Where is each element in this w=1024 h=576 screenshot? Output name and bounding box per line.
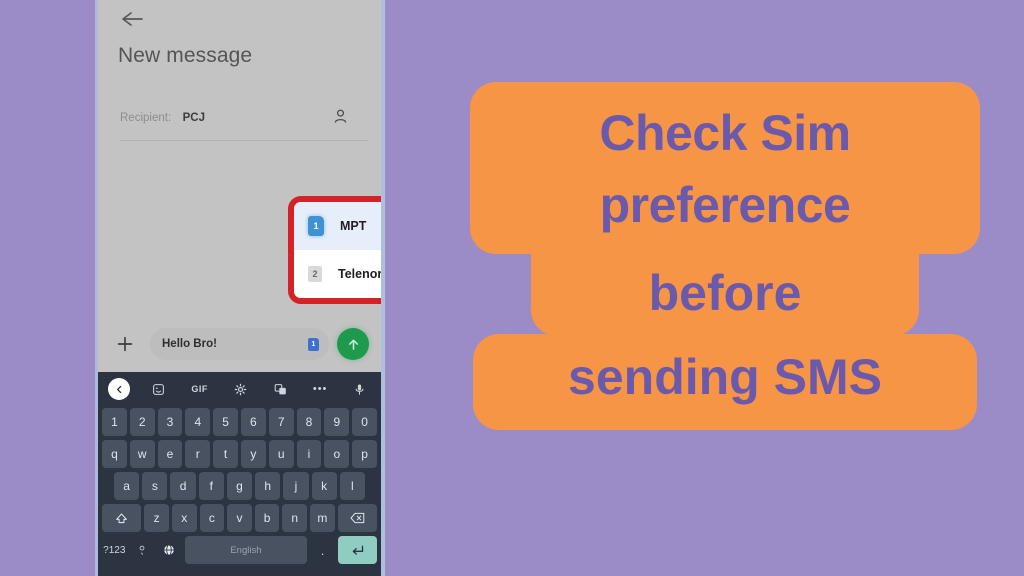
microphone-icon[interactable] (349, 378, 371, 400)
key[interactable]: b (254, 504, 280, 532)
key[interactable]: j (283, 472, 309, 500)
key[interactable]: y (241, 440, 266, 468)
person-icon[interactable] (332, 108, 349, 130)
headline-banner: Check Sim preference before sending SMS (470, 82, 980, 430)
key[interactable]: g (226, 472, 253, 500)
shift-icon[interactable] (102, 504, 142, 532)
key[interactable]: r (185, 440, 211, 468)
key[interactable]: t (213, 440, 238, 468)
emoji-comma-icon[interactable] (130, 536, 155, 564)
keyboard-toolbar: GIF ••• (98, 372, 381, 406)
sticker-icon[interactable] (148, 378, 170, 400)
key[interactable]: a (114, 472, 140, 500)
keyboard-row-zxcv: z x c v b n m (98, 502, 381, 534)
key[interactable]: e (157, 440, 183, 468)
key[interactable]: 9 (324, 408, 350, 436)
key[interactable]: f (198, 472, 224, 500)
compose-bar: Hello Bro! 1 (98, 316, 381, 372)
headline-line: before (648, 265, 802, 321)
key[interactable]: z (144, 504, 169, 532)
headline-line: sending SMS (568, 349, 882, 405)
sim-option-row[interactable]: 2 Telenor (294, 250, 383, 298)
sim-card-icon: 2 (308, 266, 322, 282)
key[interactable]: 2 (129, 408, 155, 436)
recipient-underline (120, 140, 368, 141)
notch-mask (918, 308, 947, 336)
message-input[interactable]: Hello Bro! 1 (150, 328, 329, 360)
sim-option-row[interactable]: 1 MPT (294, 202, 381, 250)
sim-indicator-icon: 1 (308, 337, 319, 351)
plus-icon[interactable] (110, 329, 140, 359)
keyboard-row-asdf: a s d f g h j k l (98, 470, 381, 502)
key[interactable]: q (102, 440, 127, 468)
headline-block-bottom: sending SMS (472, 334, 978, 430)
key[interactable]: h (255, 472, 281, 500)
key[interactable]: v (227, 504, 252, 532)
headline-line: Check Sim (599, 105, 851, 161)
key[interactable]: 8 (296, 408, 322, 436)
symbols-key[interactable]: ?123 (102, 536, 127, 564)
key[interactable]: 6 (241, 408, 266, 436)
key[interactable]: k (311, 472, 337, 500)
sim-option-label: Telenor (338, 267, 383, 281)
sms-app-screen: New message Recipient: PCJ 1 MPT 2 Telen… (98, 0, 381, 372)
key[interactable]: i (296, 440, 322, 468)
key[interactable]: 3 (157, 408, 183, 436)
sim-selection-dropdown[interactable]: 1 MPT 2 Telenor (294, 202, 383, 298)
key[interactable]: m (310, 504, 335, 532)
key[interactable]: p (352, 440, 377, 468)
sim-card-icon: 1 (308, 216, 324, 236)
key[interactable]: w (129, 440, 155, 468)
enter-icon[interactable] (337, 536, 378, 564)
key[interactable]: s (142, 472, 168, 500)
backspace-icon[interactable] (337, 504, 378, 532)
sim-option-label: MPT (340, 219, 367, 233)
translate-icon[interactable] (269, 378, 291, 400)
notch-mask (503, 308, 532, 336)
keyboard-row-numbers: 1 2 3 4 5 6 7 8 9 0 (98, 406, 381, 438)
keyboard-row-qwerty: q w e r t y u i o p (98, 438, 381, 470)
message-text: Hello Bro! (162, 338, 217, 350)
key[interactable]: x (171, 504, 197, 532)
recipient-label: Recipient: (120, 112, 172, 124)
key[interactable]: 1 (102, 408, 127, 436)
key[interactable]: l (339, 472, 365, 500)
key[interactable]: 0 (352, 408, 377, 436)
phone-screenshot-panel: New message Recipient: PCJ 1 MPT 2 Telen… (95, 0, 385, 576)
keyboard-row-bottom: ?123 English . (98, 534, 381, 566)
phone-screen: New message Recipient: PCJ 1 MPT 2 Telen… (98, 0, 381, 576)
headline-block-middle: before (503, 252, 947, 336)
sim-preference-highlight-box: 1 MPT 2 Telenor (288, 196, 383, 304)
space-key[interactable]: English (184, 536, 308, 564)
key[interactable]: c (199, 504, 225, 532)
key[interactable]: 4 (185, 408, 211, 436)
headline-block-top: Check Sim preference (470, 82, 980, 254)
globe-icon[interactable] (157, 536, 182, 564)
period-key[interactable]: . (310, 536, 335, 564)
key[interactable]: d (170, 472, 196, 500)
key[interactable]: n (282, 504, 308, 532)
headline-line: preference (599, 177, 851, 233)
key[interactable]: 5 (213, 408, 238, 436)
recipient-value: PCJ (182, 112, 205, 124)
key[interactable]: 7 (268, 408, 294, 436)
chevron-left-icon[interactable] (108, 378, 130, 400)
send-button[interactable] (337, 328, 369, 360)
recipient-row[interactable]: Recipient: PCJ (120, 108, 361, 138)
key[interactable]: u (268, 440, 294, 468)
gear-icon[interactable] (229, 378, 251, 400)
on-screen-keyboard: GIF ••• 1 2 3 4 5 6 7 8 9 0 q w e r t y … (98, 372, 381, 576)
page-title: New message (118, 44, 253, 67)
key[interactable]: o (324, 440, 350, 468)
gif-icon[interactable]: GIF (188, 378, 212, 400)
arrow-left-icon[interactable] (120, 9, 144, 29)
more-icon[interactable]: ••• (309, 378, 331, 400)
